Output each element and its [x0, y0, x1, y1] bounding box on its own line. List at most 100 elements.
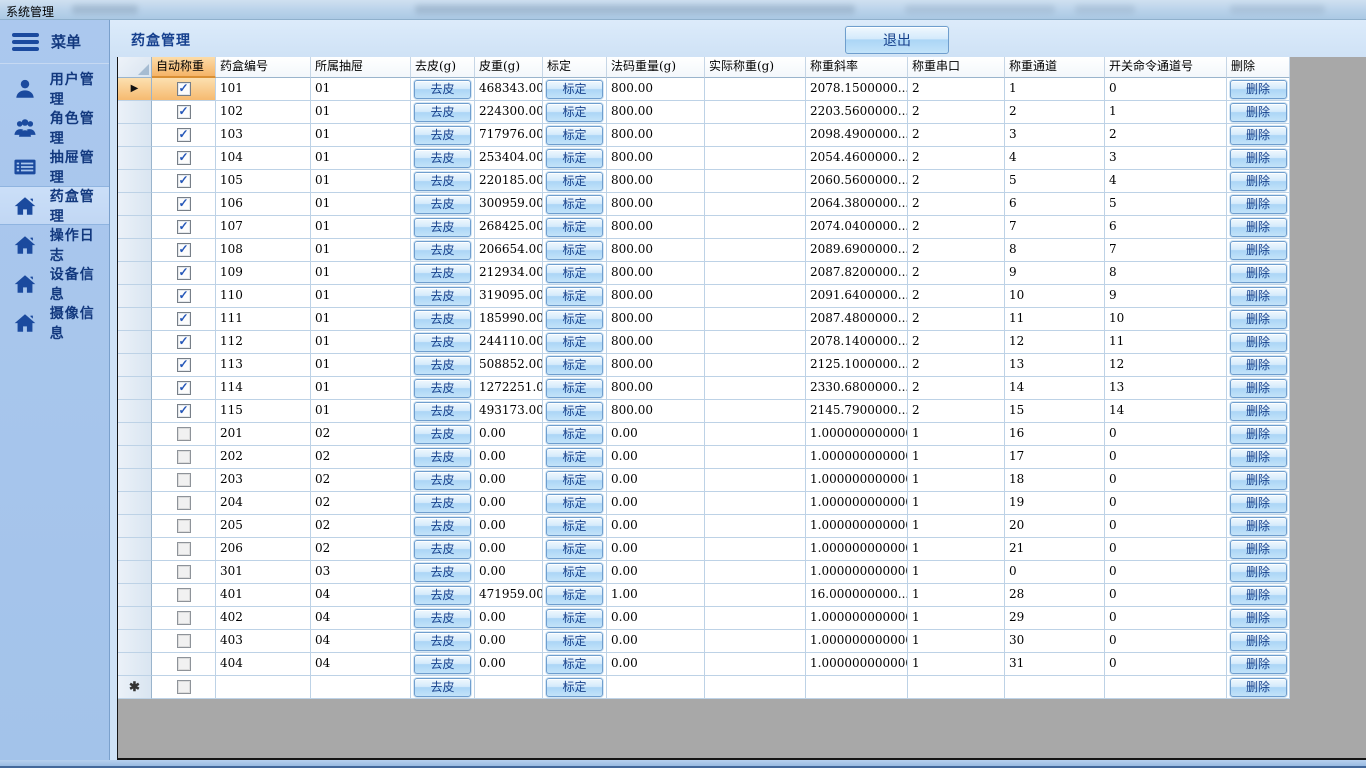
switch-channel-cell[interactable]: 9 [1105, 285, 1227, 308]
autoweigh-checkbox[interactable] [177, 496, 191, 510]
column-header-4[interactable]: 去皮(g) [411, 57, 475, 78]
delete-button[interactable]: 删除 [1230, 195, 1287, 214]
switch-channel-cell[interactable]: 0 [1105, 561, 1227, 584]
slope-cell[interactable]: 2074.0400000... [806, 216, 908, 239]
calibrate-button[interactable]: 标定 [546, 126, 603, 145]
port-cell[interactable]: 2 [908, 147, 1005, 170]
box-no-cell[interactable]: 202 [216, 446, 311, 469]
calibrate-button[interactable]: 标定 [546, 494, 603, 513]
row-selector-cell[interactable] [118, 308, 152, 331]
tare-button[interactable]: 去皮 [414, 609, 471, 628]
switch-channel-cell[interactable]: 1 [1105, 101, 1227, 124]
drawer-cell[interactable]: 04 [311, 653, 411, 676]
tare-weight-cell[interactable]: 300959.00 [475, 193, 543, 216]
channel-cell[interactable]: 6 [1005, 193, 1105, 216]
port-cell[interactable]: 2 [908, 124, 1005, 147]
delete-button[interactable]: 删除 [1230, 379, 1287, 398]
weight-cell[interactable]: 0.00 [607, 630, 705, 653]
row-selector-cell[interactable] [118, 538, 152, 561]
channel-cell[interactable]: 3 [1005, 124, 1105, 147]
weight-cell[interactable]: 800.00 [607, 147, 705, 170]
channel-cell[interactable]: 17 [1005, 446, 1105, 469]
switch-channel-cell[interactable]: 13 [1105, 377, 1227, 400]
sidebar-item-5[interactable]: 操作日志 [0, 225, 109, 264]
calibrate-button[interactable]: 标定 [546, 218, 603, 237]
switch-channel-cell[interactable]: 10 [1105, 308, 1227, 331]
tare-button[interactable]: 去皮 [414, 264, 471, 283]
autoweigh-checkbox[interactable] [177, 128, 191, 142]
tare-weight-cell[interactable]: 468343.00 [475, 78, 543, 101]
channel-cell[interactable]: 16 [1005, 423, 1105, 446]
switch-channel-cell[interactable]: 0 [1105, 469, 1227, 492]
calibrate-button[interactable]: 标定 [546, 356, 603, 375]
calibrate-button[interactable]: 标定 [546, 609, 603, 628]
tare-weight-cell[interactable]: 0.00 [475, 538, 543, 561]
slope-cell[interactable]: 16.000000000... [806, 584, 908, 607]
box-no-cell[interactable]: 113 [216, 354, 311, 377]
tare-button[interactable]: 去皮 [414, 80, 471, 99]
row-selector-cell[interactable] [118, 331, 152, 354]
tare-button[interactable]: 去皮 [414, 195, 471, 214]
row-selector-cell[interactable]: ✱ [118, 676, 152, 699]
column-header-11[interactable]: 称重通道 [1005, 57, 1105, 78]
slope-cell[interactable]: 2098.4900000... [806, 124, 908, 147]
drawer-cell[interactable]: 01 [311, 193, 411, 216]
calibrate-button[interactable]: 标定 [546, 379, 603, 398]
column-header-6[interactable]: 标定 [543, 57, 607, 78]
channel-cell[interactable]: 8 [1005, 239, 1105, 262]
drawer-cell[interactable]: 01 [311, 377, 411, 400]
box-no-cell[interactable]: 401 [216, 584, 311, 607]
tare-weight-cell[interactable]: 206654.00 [475, 239, 543, 262]
delete-button[interactable]: 删除 [1230, 172, 1287, 191]
weight-cell[interactable]: 0.00 [607, 446, 705, 469]
port-cell[interactable]: 1 [908, 653, 1005, 676]
autoweigh-checkbox[interactable] [177, 657, 191, 671]
weight-cell[interactable]: 800.00 [607, 354, 705, 377]
drawer-cell[interactable]: 04 [311, 607, 411, 630]
column-header-9[interactable]: 称重斜率 [806, 57, 908, 78]
row-selector-cell[interactable]: ▶ [118, 78, 152, 101]
delete-button[interactable]: 删除 [1230, 149, 1287, 168]
tare-button[interactable]: 去皮 [414, 356, 471, 375]
autoweigh-checkbox[interactable] [177, 82, 191, 96]
drawer-cell[interactable]: 01 [311, 354, 411, 377]
switch-channel-cell[interactable]: 0 [1105, 515, 1227, 538]
channel-cell[interactable]: 13 [1005, 354, 1105, 377]
delete-button[interactable]: 删除 [1230, 517, 1287, 536]
exit-button[interactable]: 退出 [845, 26, 949, 54]
box-no-cell[interactable]: 301 [216, 561, 311, 584]
box-no-cell[interactable]: 106 [216, 193, 311, 216]
row-selector-cell[interactable] [118, 354, 152, 377]
switch-channel-cell[interactable]: 11 [1105, 331, 1227, 354]
calibrate-button[interactable]: 标定 [546, 586, 603, 605]
channel-cell[interactable]: 4 [1005, 147, 1105, 170]
autoweigh-checkbox[interactable] [177, 542, 191, 556]
slope-cell[interactable]: 2078.1500000... [806, 78, 908, 101]
port-cell[interactable]: 1 [908, 446, 1005, 469]
tare-button[interactable]: 去皮 [414, 471, 471, 490]
column-header-10[interactable]: 称重串口 [908, 57, 1005, 78]
box-no-cell[interactable]: 103 [216, 124, 311, 147]
delete-button[interactable]: 删除 [1230, 218, 1287, 237]
delete-button[interactable]: 删除 [1230, 425, 1287, 444]
row-selector-cell[interactable] [118, 239, 152, 262]
tare-weight-cell[interactable]: 0.00 [475, 653, 543, 676]
drawer-cell[interactable]: 01 [311, 170, 411, 193]
sidebar-item-4[interactable]: 药盒管理 [0, 186, 109, 225]
autoweigh-checkbox[interactable] [177, 266, 191, 280]
actual-weight-cell[interactable] [705, 653, 806, 676]
tare-button[interactable]: 去皮 [414, 632, 471, 651]
switch-channel-cell[interactable]: 0 [1105, 492, 1227, 515]
channel-cell[interactable]: 30 [1005, 630, 1105, 653]
box-no-cell[interactable]: 205 [216, 515, 311, 538]
channel-cell[interactable]: 10 [1005, 285, 1105, 308]
actual-weight-cell[interactable] [705, 607, 806, 630]
delete-button[interactable]: 删除 [1230, 448, 1287, 467]
actual-weight-cell[interactable] [705, 193, 806, 216]
tare-weight-cell[interactable]: 253404.00 [475, 147, 543, 170]
weight-cell[interactable]: 800.00 [607, 331, 705, 354]
box-no-cell[interactable]: 109 [216, 262, 311, 285]
row-selector-cell[interactable] [118, 147, 152, 170]
actual-weight-cell[interactable] [705, 308, 806, 331]
select-all-corner[interactable] [118, 57, 152, 78]
